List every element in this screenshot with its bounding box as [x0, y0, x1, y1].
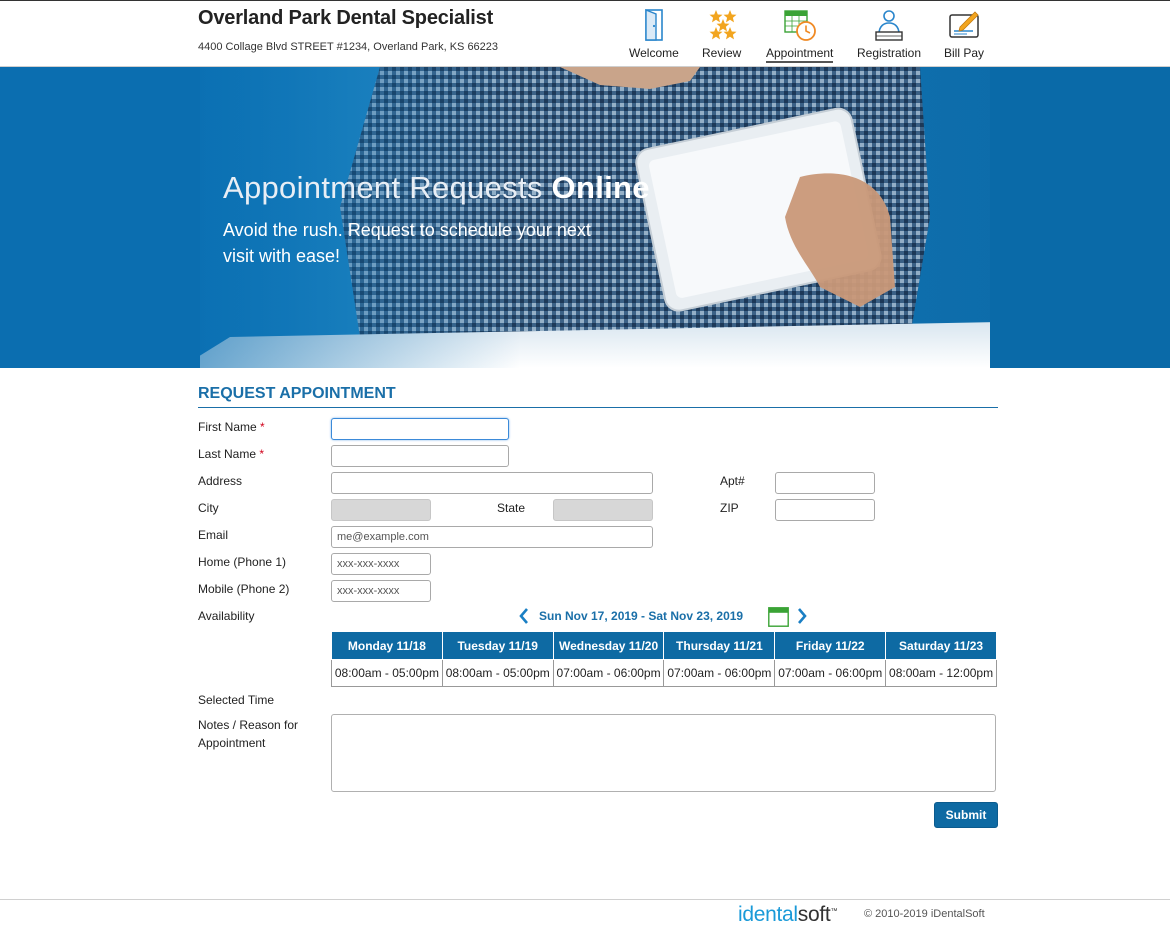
nav-label: Welcome [629, 46, 679, 60]
mobile-phone-label: Mobile (Phone 2) [198, 582, 290, 596]
time-slot[interactable]: 08:00am - 12:00pm [885, 659, 997, 687]
nav-label: Registration [857, 46, 922, 60]
table-row: 08:00am - 05:00pm 08:00am - 05:00pm 07:0… [331, 659, 997, 687]
copyright-text: © 2010-2019 iDentalSoft [864, 908, 985, 920]
bill-pen-icon [949, 11, 979, 38]
stars-icon [709, 10, 737, 40]
site-header: Overland Park Dental Specialist 4400 Col… [0, 0, 1170, 67]
nav-registration[interactable]: Registration [857, 7, 921, 60]
state-input[interactable] [553, 499, 653, 521]
nav-label: Appointment [766, 46, 834, 63]
submit-button[interactable]: Submit [934, 802, 998, 828]
day-header: Friday 11/22 [774, 631, 887, 660]
day-header: Wednesday 11/20 [552, 631, 665, 660]
zip-input[interactable] [775, 499, 875, 521]
hero-title: Appointment Requests Online [223, 170, 650, 205]
selected-time-label: Selected Time [198, 693, 275, 707]
week-range: Sun Nov 17, 2019 - Sat Nov 23, 2019 [539, 609, 744, 623]
first-name-input[interactable] [331, 418, 509, 440]
day-header: Thursday 11/21 [663, 631, 776, 660]
section-divider [198, 407, 998, 408]
time-slot[interactable]: 07:00am - 06:00pm [663, 659, 776, 687]
calendar-clock-icon [784, 10, 816, 41]
chevron-left-icon[interactable] [517, 607, 531, 625]
hero-subtitle: Avoid the rush. Request to schedule your… [223, 220, 591, 266]
mobile-phone-input[interactable] [331, 580, 431, 602]
footer-divider [0, 899, 1170, 900]
week-navigator: Sun Nov 17, 2019 - Sat Nov 23, 2019 [517, 607, 817, 627]
nav-welcome[interactable]: Welcome [629, 7, 679, 60]
notes-textarea[interactable] [331, 714, 996, 792]
nav-label: Bill Pay [944, 46, 985, 60]
table-header-row: Monday 11/18 Tuesday 11/19 Wednesday 11/… [331, 631, 997, 660]
apt-input[interactable] [775, 472, 875, 494]
identalsoft-logo: identalsoft™ [738, 903, 838, 926]
hero-banner: Appointment Requests Online Avoid the ru… [0, 67, 1170, 368]
section-title: REQUEST APPOINTMENT [198, 385, 396, 402]
practice-name: Overland Park Dental Specialist [198, 7, 494, 29]
nav-bill-pay[interactable]: Bill Pay [944, 7, 986, 60]
day-header: Tuesday 11/19 [441, 631, 554, 660]
email-label: Email [198, 528, 229, 542]
home-phone-label: Home (Phone 1) [198, 555, 287, 569]
email-input[interactable] [331, 526, 653, 548]
zip-label: ZIP [720, 501, 739, 515]
address-input[interactable] [331, 472, 653, 494]
apt-label: Apt# [720, 474, 745, 488]
city-input[interactable] [331, 499, 431, 521]
notes-label: Notes / Reason for Appointment [198, 718, 299, 750]
day-header: Monday 11/18 [331, 631, 443, 660]
nav-appointment[interactable]: Appointment [766, 7, 834, 63]
day-header: Saturday 11/23 [885, 631, 997, 660]
nav-review[interactable]: Review [702, 7, 744, 60]
last-name-label: Last Name * [198, 447, 265, 461]
state-label: State [497, 501, 526, 515]
chevron-right-icon[interactable] [795, 607, 809, 625]
home-phone-input[interactable] [331, 553, 431, 575]
time-slot[interactable]: 08:00am - 05:00pm [441, 659, 554, 687]
first-name-label: First Name * [198, 420, 265, 434]
city-label: City [198, 501, 219, 515]
time-slot[interactable]: 08:00am - 05:00pm [331, 659, 443, 687]
nav-label: Review [702, 46, 742, 60]
availability-label: Availability [198, 609, 255, 623]
practice-address: 4400 Collage Blvd STREET #1234, Overland… [198, 41, 499, 53]
time-slot[interactable]: 07:00am - 06:00pm [774, 659, 887, 687]
last-name-input[interactable] [331, 445, 509, 467]
address-label: Address [198, 474, 243, 488]
availability-table: Monday 11/18 Tuesday 11/19 Wednesday 11/… [331, 631, 997, 687]
calendar-icon[interactable] [768, 607, 789, 627]
person-desk-icon [875, 10, 903, 41]
door-icon [645, 8, 663, 41]
time-slot[interactable]: 07:00am - 06:00pm [552, 659, 665, 687]
